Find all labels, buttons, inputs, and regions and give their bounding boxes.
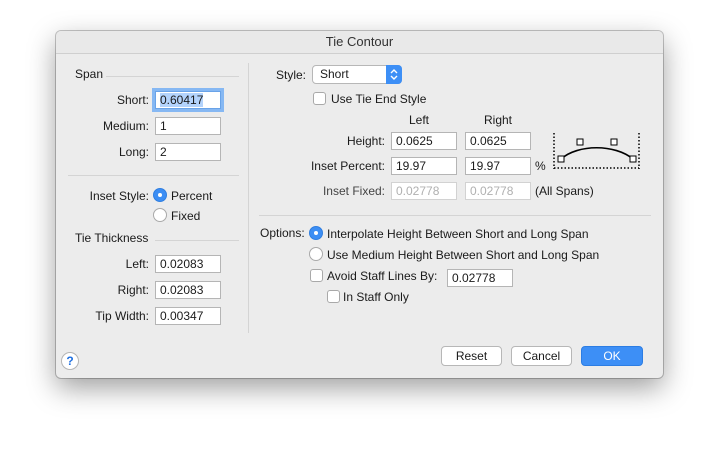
chevron-updown-icon [386,65,402,84]
interpolate-label: Interpolate Height Between Short and Lon… [327,227,589,241]
short-span-field[interactable]: 0.60417 [155,91,221,109]
height-right-field[interactable]: 0.0625 [465,132,531,150]
style-popup-value: Short [320,67,349,81]
in-staff-only-label: In Staff Only [343,290,409,304]
thickness-left-label: Left: [125,257,149,271]
tie-thickness-divider [155,240,239,241]
use-tie-end-style-label: Use Tie End Style [331,92,427,106]
vertical-divider [248,63,249,333]
thickness-right-label: Right: [117,283,149,297]
inset-fixed-label: Fixed [171,209,201,223]
interpolate-radio[interactable] [309,226,323,240]
inset-style-label: Inset Style: [89,189,149,203]
inset-fixed-row-label: Inset Fixed: [322,184,385,198]
medium-span-field[interactable]: 1 [155,117,221,135]
style-label: Style: [276,68,307,82]
medium-height-label: Use Medium Height Between Short and Long… [327,248,600,262]
height-label: Height: [346,134,385,148]
span-heading: Span [75,67,104,81]
tie-thickness-heading: Tie Thickness [75,231,149,245]
inset-fixed-left-field: 0.02778 [391,182,457,200]
tie-curve-preview-icon [553,132,641,170]
inset-percent-right-field[interactable]: 19.97 [465,157,531,175]
inset-percent-radio[interactable] [153,188,167,202]
avoid-staff-lines-field[interactable]: 0.02778 [447,269,513,287]
right-column-header: Right [484,113,513,127]
all-spans-note: (All Spans) [535,184,594,198]
tip-width-field[interactable]: 0.00347 [155,307,221,325]
avoid-staff-lines-checkbox[interactable] [310,269,323,282]
medium-height-radio[interactable] [309,247,323,261]
inset-fixed-right-field: 0.02778 [465,182,531,200]
use-tie-end-style-checkbox[interactable] [313,92,326,105]
cancel-button[interactable]: Cancel [511,346,572,366]
inset-percent-label: Percent [171,189,213,203]
left-column-header: Left [409,113,430,127]
style-popup[interactable]: Short [312,65,402,84]
reset-button[interactable]: Reset [441,346,502,366]
inset-percent-left-field[interactable]: 19.97 [391,157,457,175]
ok-button[interactable]: OK [581,346,643,366]
window-title: Tie Contour [56,31,663,54]
right-divider [259,215,651,216]
medium-label: Medium: [102,119,149,133]
avoid-staff-lines-label: Avoid Staff Lines By: [327,269,438,283]
height-left-field[interactable]: 0.0625 [391,132,457,150]
span-divider [106,76,239,77]
long-label: Long: [118,145,149,159]
thickness-left-field[interactable]: 0.02083 [155,255,221,273]
options-label: Options: [260,226,305,240]
tie-contour-dialog: Tie Contour Span Short: 0.60417 Medium: … [56,31,663,378]
left-divider-1 [68,175,239,176]
short-label: Short: [116,93,149,107]
long-span-field[interactable]: 2 [155,143,221,161]
in-staff-only-checkbox[interactable] [327,290,340,303]
thickness-right-field[interactable]: 0.02083 [155,281,221,299]
inset-percent-row-label: Inset Percent: [310,159,385,173]
inset-fixed-radio[interactable] [153,208,167,222]
tip-width-label: Tip Width: [95,309,149,323]
percent-unit: % [535,159,546,173]
question-mark-icon[interactable]: ? [61,352,79,370]
